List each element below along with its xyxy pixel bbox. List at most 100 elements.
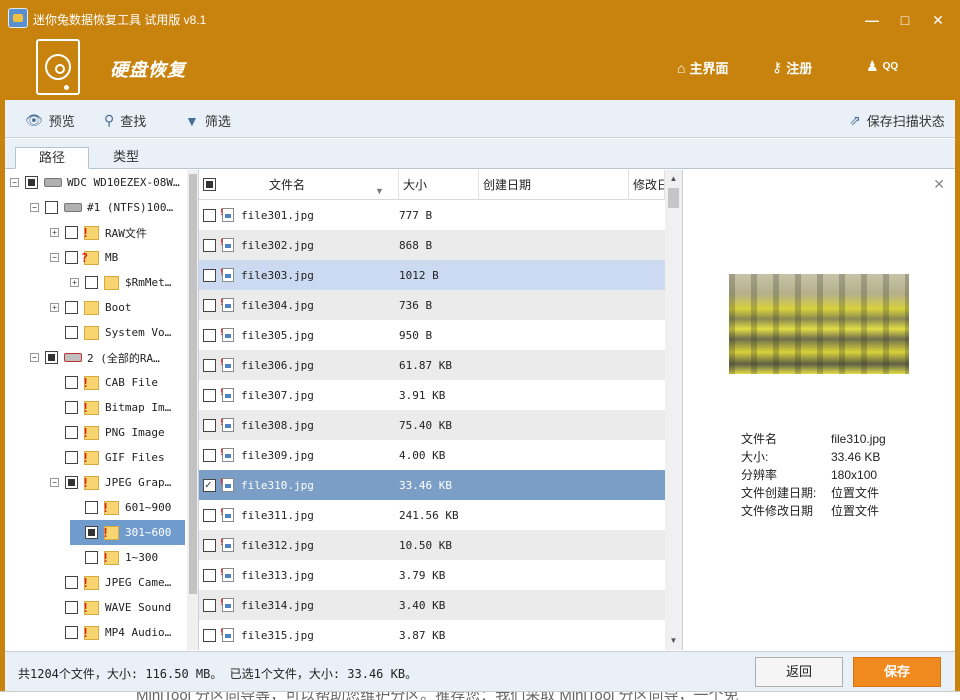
tree-checkbox[interactable] xyxy=(65,326,78,339)
tree-node[interactable]: − JPEG Grap… xyxy=(50,470,185,495)
minimize-button[interactable]: — xyxy=(862,10,882,30)
file-row[interactable]: file306.jpg 61.87 KB xyxy=(199,350,665,380)
tree-node[interactable]: − MB xyxy=(50,245,185,270)
column-created-header[interactable]: 创建日期 xyxy=(479,170,629,200)
tree-node[interactable]: Bitmap Im… xyxy=(50,395,185,420)
select-all-checkbox[interactable] xyxy=(203,178,216,191)
column-modified-header[interactable]: 修改日 xyxy=(629,170,665,200)
tree-node[interactable]: + Boot xyxy=(50,295,185,320)
nav-home[interactable]: ⌂ 主界面 xyxy=(677,58,728,77)
expand-toggle-icon[interactable]: − xyxy=(30,353,39,362)
filter-button[interactable]: ▼ 筛选 xyxy=(185,111,231,130)
file-checkbox[interactable] xyxy=(203,268,216,282)
file-row[interactable]: file304.jpg 736 B xyxy=(199,290,665,320)
tree-checkbox[interactable] xyxy=(65,226,78,239)
tree-node[interactable]: GIF Files xyxy=(50,445,185,470)
tree-checkbox[interactable] xyxy=(65,451,78,464)
file-row[interactable]: file309.jpg 4.00 KB xyxy=(199,440,665,470)
tree-checkbox[interactable] xyxy=(65,476,78,489)
back-button[interactable]: 返回 xyxy=(755,657,843,687)
tree-node[interactable]: WAVE Sound xyxy=(50,595,185,620)
file-checkbox[interactable] xyxy=(203,568,216,582)
list-scrollbar[interactable]: ▲ ▼ xyxy=(665,170,682,650)
file-checkbox[interactable] xyxy=(203,508,216,522)
nav-qq[interactable]: ♟ QQ xyxy=(866,58,898,75)
file-row[interactable]: file311.jpg 241.56 KB xyxy=(199,500,665,530)
tree-checkbox[interactable] xyxy=(65,301,78,314)
file-checkbox[interactable] xyxy=(203,328,216,342)
expand-toggle-icon[interactable]: − xyxy=(50,478,59,487)
tree-checkbox[interactable] xyxy=(45,201,58,214)
file-row[interactable]: file302.jpg 868 B xyxy=(199,230,665,260)
tree-node[interactable]: System Vo… xyxy=(50,320,185,345)
tab-type[interactable]: 类型 xyxy=(89,147,163,169)
save-scan-button[interactable]: ⇗ 保存扫描状态 xyxy=(849,111,945,130)
file-checkbox[interactable] xyxy=(203,298,216,312)
maximize-button[interactable]: □ xyxy=(895,10,915,30)
tree-node[interactable]: PNG Image xyxy=(50,420,185,445)
tree-node[interactable]: CAB File xyxy=(50,370,185,395)
file-row[interactable]: file312.jpg 10.50 KB xyxy=(199,530,665,560)
tree-node[interactable]: 301~600 xyxy=(70,520,185,545)
scroll-down-icon[interactable]: ▼ xyxy=(668,636,679,645)
file-checkbox[interactable] xyxy=(203,358,216,372)
tree-checkbox[interactable] xyxy=(85,551,98,564)
file-row[interactable]: file305.jpg 950 B xyxy=(199,320,665,350)
file-row[interactable]: file310.jpg 33.46 KB xyxy=(199,470,665,500)
nav-register[interactable]: ⚷ 注册 xyxy=(772,58,812,77)
column-name-header[interactable]: 文件名 ▼ xyxy=(199,170,399,200)
tree-node[interactable]: 1~300 xyxy=(70,545,185,570)
tree-checkbox[interactable] xyxy=(45,351,58,364)
expand-toggle-icon[interactable]: + xyxy=(50,303,59,312)
expand-toggle-icon[interactable]: − xyxy=(50,253,59,262)
file-checkbox[interactable] xyxy=(203,538,216,552)
tree-scrollbar[interactable] xyxy=(187,170,198,650)
tree-checkbox[interactable] xyxy=(65,576,78,589)
file-checkbox[interactable] xyxy=(203,628,216,642)
file-row[interactable]: file301.jpg 777 B xyxy=(199,200,665,230)
tab-path[interactable]: 路径 xyxy=(15,147,89,169)
tree-checkbox[interactable] xyxy=(65,376,78,389)
file-row[interactable]: file313.jpg 3.79 KB xyxy=(199,560,665,590)
file-row[interactable]: file303.jpg 1012 B xyxy=(199,260,665,290)
tree-node[interactable]: − #1 (NTFS)100… xyxy=(30,195,185,220)
tree-node[interactable]: − WDC WD10EZEX-08W… xyxy=(10,170,185,195)
save-button[interactable]: 保存 xyxy=(853,657,941,687)
expand-toggle-icon[interactable]: + xyxy=(50,228,59,237)
tree-checkbox[interactable] xyxy=(85,501,98,514)
tree-checkbox[interactable] xyxy=(65,426,78,439)
tree-checkbox[interactable] xyxy=(85,276,98,289)
tree-node[interactable]: MP4 Audio… xyxy=(50,620,185,645)
preview-button[interactable]: 👁 预览 xyxy=(25,111,75,130)
expand-toggle-icon[interactable]: + xyxy=(70,278,79,287)
tree-node[interactable]: + $RmMet… xyxy=(70,270,185,295)
expand-toggle-icon[interactable]: − xyxy=(30,203,39,212)
tree-checkbox[interactable] xyxy=(65,401,78,414)
close-preview-icon[interactable]: ✕ xyxy=(933,176,945,193)
tree-node[interactable]: + RAW文件 xyxy=(50,220,185,245)
tree-checkbox[interactable] xyxy=(65,601,78,614)
file-checkbox[interactable] xyxy=(203,598,216,612)
file-row[interactable]: file314.jpg 3.40 KB xyxy=(199,590,665,620)
file-row[interactable]: file315.jpg 3.87 KB xyxy=(199,620,665,650)
scroll-up-icon[interactable]: ▲ xyxy=(668,174,679,183)
tree-checkbox[interactable] xyxy=(25,176,38,189)
file-checkbox[interactable] xyxy=(203,418,216,432)
tree-node[interactable]: − 2 (全部的RA… xyxy=(30,345,185,370)
file-row[interactable]: file308.jpg 75.40 KB xyxy=(199,410,665,440)
search-button[interactable]: ⚲ 查找 xyxy=(104,111,146,130)
tree-checkbox[interactable] xyxy=(85,526,98,539)
tree-checkbox[interactable] xyxy=(65,626,78,639)
file-checkbox[interactable] xyxy=(203,388,216,402)
file-checkbox[interactable] xyxy=(203,478,216,492)
tree-checkbox[interactable] xyxy=(65,251,78,264)
column-size-header[interactable]: 大小 xyxy=(399,170,479,200)
file-checkbox[interactable] xyxy=(203,448,216,462)
expand-toggle-icon[interactable]: − xyxy=(10,178,19,187)
file-row[interactable]: file307.jpg 3.91 KB xyxy=(199,380,665,410)
tree-node[interactable]: 601~900 xyxy=(70,495,185,520)
file-checkbox[interactable] xyxy=(203,208,216,222)
file-checkbox[interactable] xyxy=(203,238,216,252)
close-button[interactable]: ✕ xyxy=(928,10,948,30)
tree-node[interactable]: JPEG Came… xyxy=(50,570,185,595)
